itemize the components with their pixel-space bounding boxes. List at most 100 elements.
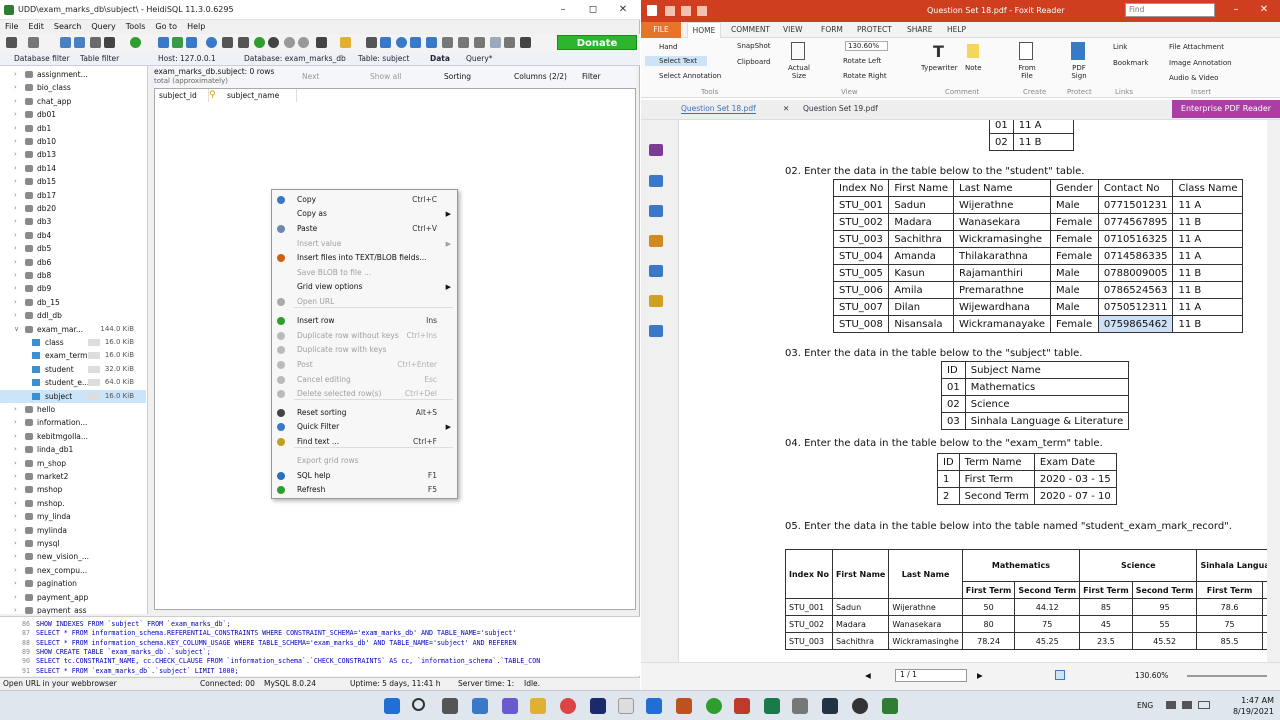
- snapshot-tool[interactable]: SnapShot: [737, 42, 771, 50]
- tab-share[interactable]: SHARE: [907, 25, 932, 34]
- sync-icon[interactable]: [490, 37, 501, 48]
- expand-icon[interactable]: ›: [14, 403, 17, 416]
- terminal-icon[interactable]: [764, 698, 780, 714]
- tree-item[interactable]: › db5: [0, 242, 146, 255]
- tree-item[interactable]: › chat_app: [0, 95, 146, 108]
- filter-button[interactable]: Filter: [582, 72, 601, 81]
- expand-icon[interactable]: ›: [14, 457, 17, 470]
- expand-icon[interactable]: ›: [14, 497, 17, 510]
- context-menu-item[interactable]: SQL help F1: [272, 469, 457, 483]
- rotate-right-button[interactable]: Rotate Right: [843, 72, 887, 80]
- tree-item[interactable]: › pagination: [0, 577, 146, 590]
- tree-item[interactable]: › db15: [0, 175, 146, 188]
- menu-help[interactable]: Help: [182, 20, 210, 31]
- donate-button[interactable]: Donate: [557, 35, 637, 50]
- tree-item[interactable]: student_e... 64.0 KiB: [0, 376, 146, 389]
- expand-icon[interactable]: ›: [14, 175, 17, 188]
- tab-database[interactable]: Database: exam_marks_db: [244, 54, 346, 63]
- single-page-view-icon[interactable]: [1055, 670, 1065, 680]
- tree-item[interactable]: › db8: [0, 269, 146, 282]
- columns-button[interactable]: Columns (2/2): [514, 72, 567, 81]
- tab-home[interactable]: HOME: [687, 22, 721, 38]
- expand-icon[interactable]: ›: [14, 524, 17, 537]
- expand-icon[interactable]: ›: [14, 122, 17, 135]
- tab-file[interactable]: FILE: [641, 22, 681, 38]
- expand-icon[interactable]: ›: [14, 537, 17, 550]
- context-menu-item[interactable]: Insert files into TEXT/BLOB fields...: [272, 251, 457, 265]
- pages-panel-icon[interactable]: [649, 175, 663, 187]
- close-button[interactable]: ✕: [608, 3, 638, 17]
- tree-item[interactable]: › db17: [0, 189, 146, 202]
- tree-item[interactable]: › db20: [0, 202, 146, 215]
- expand-icon[interactable]: ›: [14, 135, 17, 148]
- expand-icon[interactable]: ›: [14, 256, 17, 269]
- tree-item[interactable]: › my_linda: [0, 510, 146, 523]
- open-icon[interactable]: [665, 6, 675, 16]
- minimize-button[interactable]: –: [548, 3, 578, 17]
- expand-icon[interactable]: ›: [14, 202, 17, 215]
- expand-icon[interactable]: ›: [14, 416, 17, 429]
- expand-icon[interactable]: ›: [14, 443, 17, 456]
- pdf-page[interactable]: 01 11 A 02 11 B 02. Enter the data in the …: [679, 120, 1267, 662]
- rotate-left-button[interactable]: Rotate Left: [843, 57, 881, 65]
- expand-icon[interactable]: ›: [14, 68, 17, 81]
- clipboard-menu[interactable]: Clipboard: [737, 58, 770, 66]
- menu-query[interactable]: Query: [86, 20, 120, 31]
- file-attachment-button[interactable]: File Attachment: [1169, 43, 1224, 51]
- expand-icon[interactable]: ›: [14, 81, 17, 94]
- expand-icon[interactable]: ›: [14, 430, 17, 443]
- actual-size-icon[interactable]: [791, 42, 805, 60]
- select-text-tool[interactable]: Select Text: [645, 56, 707, 66]
- disconnect-icon[interactable]: [28, 37, 39, 48]
- add-row-icon[interactable]: [254, 37, 265, 48]
- expand-icon[interactable]: ›: [14, 309, 17, 322]
- foxit-minimize-button[interactable]: –: [1221, 3, 1251, 17]
- tree-item[interactable]: › ddl_db: [0, 309, 146, 322]
- expand-icon[interactable]: ›: [14, 215, 17, 228]
- actual-size-button[interactable]: Actual Size: [787, 64, 811, 80]
- tree-item[interactable]: › market2: [0, 470, 146, 483]
- word-wrap-icon[interactable]: [442, 37, 453, 48]
- expand-icon[interactable]: ›: [14, 148, 17, 161]
- page-indicator-input[interactable]: 1 / 1: [895, 669, 967, 682]
- replace-icon[interactable]: [426, 37, 437, 48]
- expand-icon[interactable]: ›: [14, 483, 17, 496]
- tree-item[interactable]: student 32.0 KiB: [0, 363, 146, 376]
- find-icon[interactable]: [396, 37, 407, 48]
- menu-tools[interactable]: Tools: [121, 20, 151, 31]
- audio-video-button[interactable]: Audio & Video: [1169, 74, 1218, 82]
- tree-item[interactable]: › kebitmgolla...: [0, 430, 146, 443]
- zoom-slider[interactable]: [1187, 675, 1267, 677]
- delete-row-icon[interactable]: [268, 37, 279, 48]
- expand-icon[interactable]: ›: [14, 296, 17, 309]
- tree-item[interactable]: › mysql: [0, 537, 146, 550]
- last-record-icon[interactable]: [238, 37, 249, 48]
- save-icon[interactable]: [681, 6, 691, 16]
- tree-item[interactable]: › db13: [0, 148, 146, 161]
- volume-icon[interactable]: [1182, 701, 1192, 709]
- expand-icon[interactable]: ›: [14, 269, 17, 282]
- context-menu-item[interactable]: Copy as ▶: [272, 207, 457, 221]
- bookmark-button[interactable]: Bookmark: [1113, 59, 1148, 67]
- help-icon[interactable]: [206, 37, 217, 48]
- column-header-subject-id[interactable]: subject_id: [159, 89, 209, 102]
- import-icon[interactable]: [186, 37, 197, 48]
- expand-icon[interactable]: ›: [14, 604, 17, 614]
- expand-icon[interactable]: ›: [14, 591, 17, 604]
- menu-file[interactable]: File: [0, 20, 23, 31]
- language-indicator[interactable]: ENG: [1137, 701, 1153, 710]
- doc-tab-question-set-19[interactable]: Question Set 19.pdf: [803, 104, 878, 113]
- chrome-profile-icon[interactable]: [706, 698, 722, 714]
- doc-tab-question-set-18[interactable]: Question Set 18.pdf: [681, 104, 756, 114]
- copy-icon[interactable]: [60, 37, 71, 48]
- menu-goto[interactable]: Go to: [150, 20, 182, 31]
- expand-icon[interactable]: ›: [14, 189, 17, 202]
- connect-icon[interactable]: [6, 37, 17, 48]
- user-manager-icon[interactable]: [158, 37, 169, 48]
- hand-tool[interactable]: Hand: [659, 43, 677, 51]
- first-record-icon[interactable]: [222, 37, 233, 48]
- tree-item[interactable]: › db3: [0, 215, 146, 228]
- system-clock[interactable]: 1:47 AM 8/19/2021: [1233, 695, 1274, 717]
- expand-icon[interactable]: ›: [14, 162, 17, 175]
- tree-item[interactable]: › payment_app: [0, 591, 146, 604]
